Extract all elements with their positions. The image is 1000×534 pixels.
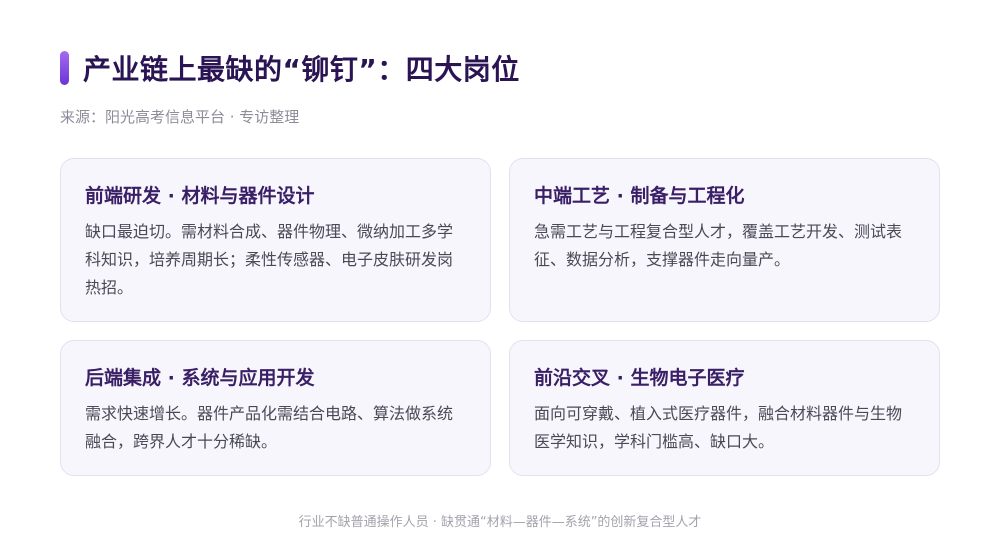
card-title: 中端工艺 · 制备与工程化 <box>534 185 745 207</box>
card-title: 前端研发 · 材料与器件设计 <box>85 185 315 207</box>
title-row: 产业链上最缺的“铆钉”：四大岗位 <box>60 48 520 88</box>
title-accent-bar <box>60 51 69 85</box>
card-body: 急需工艺与工程复合型人才，覆盖工艺开发、测试表征、数据分析，支撑器件走向量产。 <box>534 222 903 269</box>
card-midend-process: 中端工艺 · 制备与工程化 急需工艺与工程复合型人才，覆盖工艺开发、测试表征、数… <box>509 158 940 322</box>
card-body: 需求快速增长。器件产品化需结合电路、算法做系统融合，跨界人才十分稀缺。 <box>85 404 454 451</box>
card-frontier-bioelectronics: 前沿交叉 · 生物电子医疗 面向可穿戴、植入式医疗器件，融合材料器件与生物医学知… <box>509 340 940 476</box>
card-title: 后端集成 · 系统与应用开发 <box>85 367 315 389</box>
card-frontend-rd: 前端研发 · 材料与器件设计 缺口最迫切。需材料合成、器件物理、微纳加工多学科知… <box>60 158 491 322</box>
card-backend-integration: 后端集成 · 系统与应用开发 需求快速增长。器件产品化需结合电路、算法做系统融合… <box>60 340 491 476</box>
source-note: 来源：阳光高考信息平台 · 专访整理 <box>60 108 300 126</box>
card-body: 缺口最迫切。需材料合成、器件物理、微纳加工多学科知识，培养周期长；柔性传感器、电… <box>85 222 454 297</box>
footer-note: 行业不缺普通操作人员 · 缺贯通“材料—器件—系统”的创新复合型人才 <box>298 515 702 530</box>
card-title: 前沿交叉 · 生物电子医疗 <box>534 367 745 389</box>
card-body: 面向可穿戴、植入式医疗器件，融合材料器件与生物医学知识，学科门槛高、缺口大。 <box>534 404 903 451</box>
page-title: 产业链上最缺的“铆钉”：四大岗位 <box>83 53 520 86</box>
